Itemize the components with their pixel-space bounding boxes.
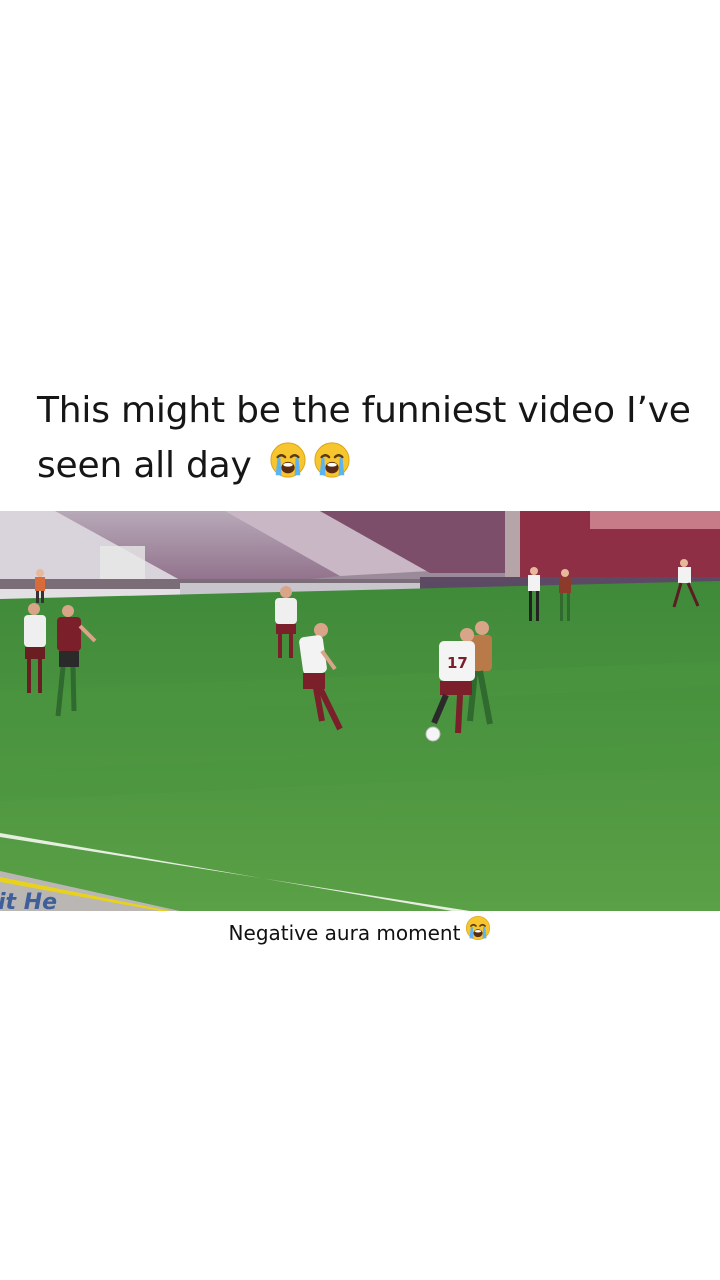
loudly-crying-face-icon xyxy=(269,440,307,495)
video-player[interactable]: it He 17 xyxy=(0,511,720,911)
stand-far-right-roof xyxy=(590,511,720,529)
caption-text: Negative aura moment xyxy=(228,920,461,945)
video-frame-image: it He 17 xyxy=(0,511,720,911)
jersey-number: 17 xyxy=(447,654,468,672)
stadium-tower xyxy=(505,511,520,581)
ad-board-text: it He xyxy=(0,890,57,911)
post-headline: This might be the funniest video I’ve se… xyxy=(37,383,707,495)
video-caption: Negative aura moment xyxy=(0,914,720,951)
soccer-ball xyxy=(425,726,441,742)
loudly-crying-face-icon xyxy=(465,915,491,951)
headline-text: This might be the funniest video I’ve se… xyxy=(37,390,691,486)
loudly-crying-face-icon xyxy=(313,440,351,495)
